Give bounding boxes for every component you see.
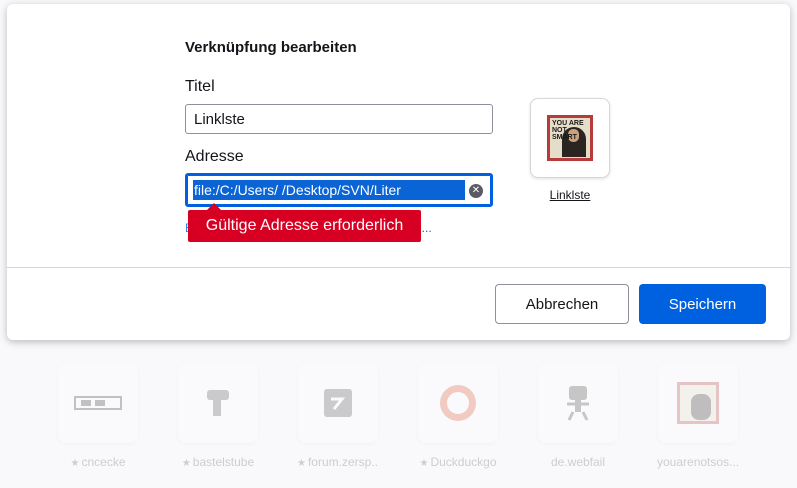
drill-icon	[178, 363, 258, 443]
cancel-button[interactable]: Abbrechen	[495, 284, 629, 324]
top-sites-grid: ★ cncecke ★ bastelstube ★ forum.zersp... ★ D…	[0, 355, 797, 488]
top-site-label: forum.zersp...	[307, 455, 379, 469]
top-site-label: youarenotsos...	[657, 455, 739, 469]
preview-thumbnail-text: YOU ARE NOT SMART	[552, 120, 584, 141]
pin-icon: ★	[70, 458, 80, 469]
top-site-tile[interactable]: ★ cncecke	[57, 363, 139, 469]
forum-logo-icon	[298, 363, 378, 443]
top-site-tile[interactable]: ★ forum.zersp...	[297, 363, 379, 469]
youarenotsosmart-logo-icon	[658, 363, 738, 443]
edit-shortcut-dialog: Verknüpfung bearbeiten Titel Linklste Ad…	[7, 4, 790, 340]
cnc-logo-icon	[58, 363, 138, 443]
address-selected-text: file:/C:/Users/ /Desktop/SVN/Liter	[193, 180, 465, 200]
top-site-tile[interactable]: ★ Duckduckgo	[417, 363, 499, 469]
top-site-label: bastelstube	[192, 455, 255, 469]
top-site-label: Duckduckgo	[430, 455, 497, 469]
dialog-title: Verknüpfung bearbeiten	[185, 39, 357, 56]
preview-label: Linklste	[549, 188, 591, 202]
top-site-label: de.webfail	[550, 455, 606, 469]
address-input[interactable]: file:/C:/Users/ /Desktop/SVN/Liter ✕	[185, 173, 493, 207]
shortcut-preview-tile: YOU ARE NOT SMART	[530, 98, 610, 178]
top-site-tile[interactable]: youarenotsos...	[657, 363, 739, 469]
top-site-label: cncecke	[81, 455, 126, 469]
address-field-label: Adresse	[185, 148, 244, 165]
save-button[interactable]: Speichern	[639, 284, 766, 324]
pin-icon: ★	[181, 458, 191, 469]
error-tooltip-arrow	[207, 203, 221, 210]
address-error-tooltip: Gültige Adresse erforderlich	[188, 210, 421, 242]
title-input[interactable]: Linklste	[185, 104, 493, 134]
pin-icon: ★	[297, 458, 306, 469]
clear-input-icon[interactable]: ✕	[469, 184, 483, 198]
dialog-divider	[7, 267, 790, 268]
title-field-label: Titel	[185, 78, 215, 95]
pin-icon: ★	[419, 458, 429, 469]
top-site-tile[interactable]: de.webfail	[537, 363, 619, 469]
webfail-logo-icon	[538, 363, 618, 443]
preview-thumbnail: YOU ARE NOT SMART	[547, 115, 593, 161]
top-site-tile[interactable]: ★ bastelstube	[177, 363, 259, 469]
duckduckgo-logo-icon	[418, 363, 498, 443]
